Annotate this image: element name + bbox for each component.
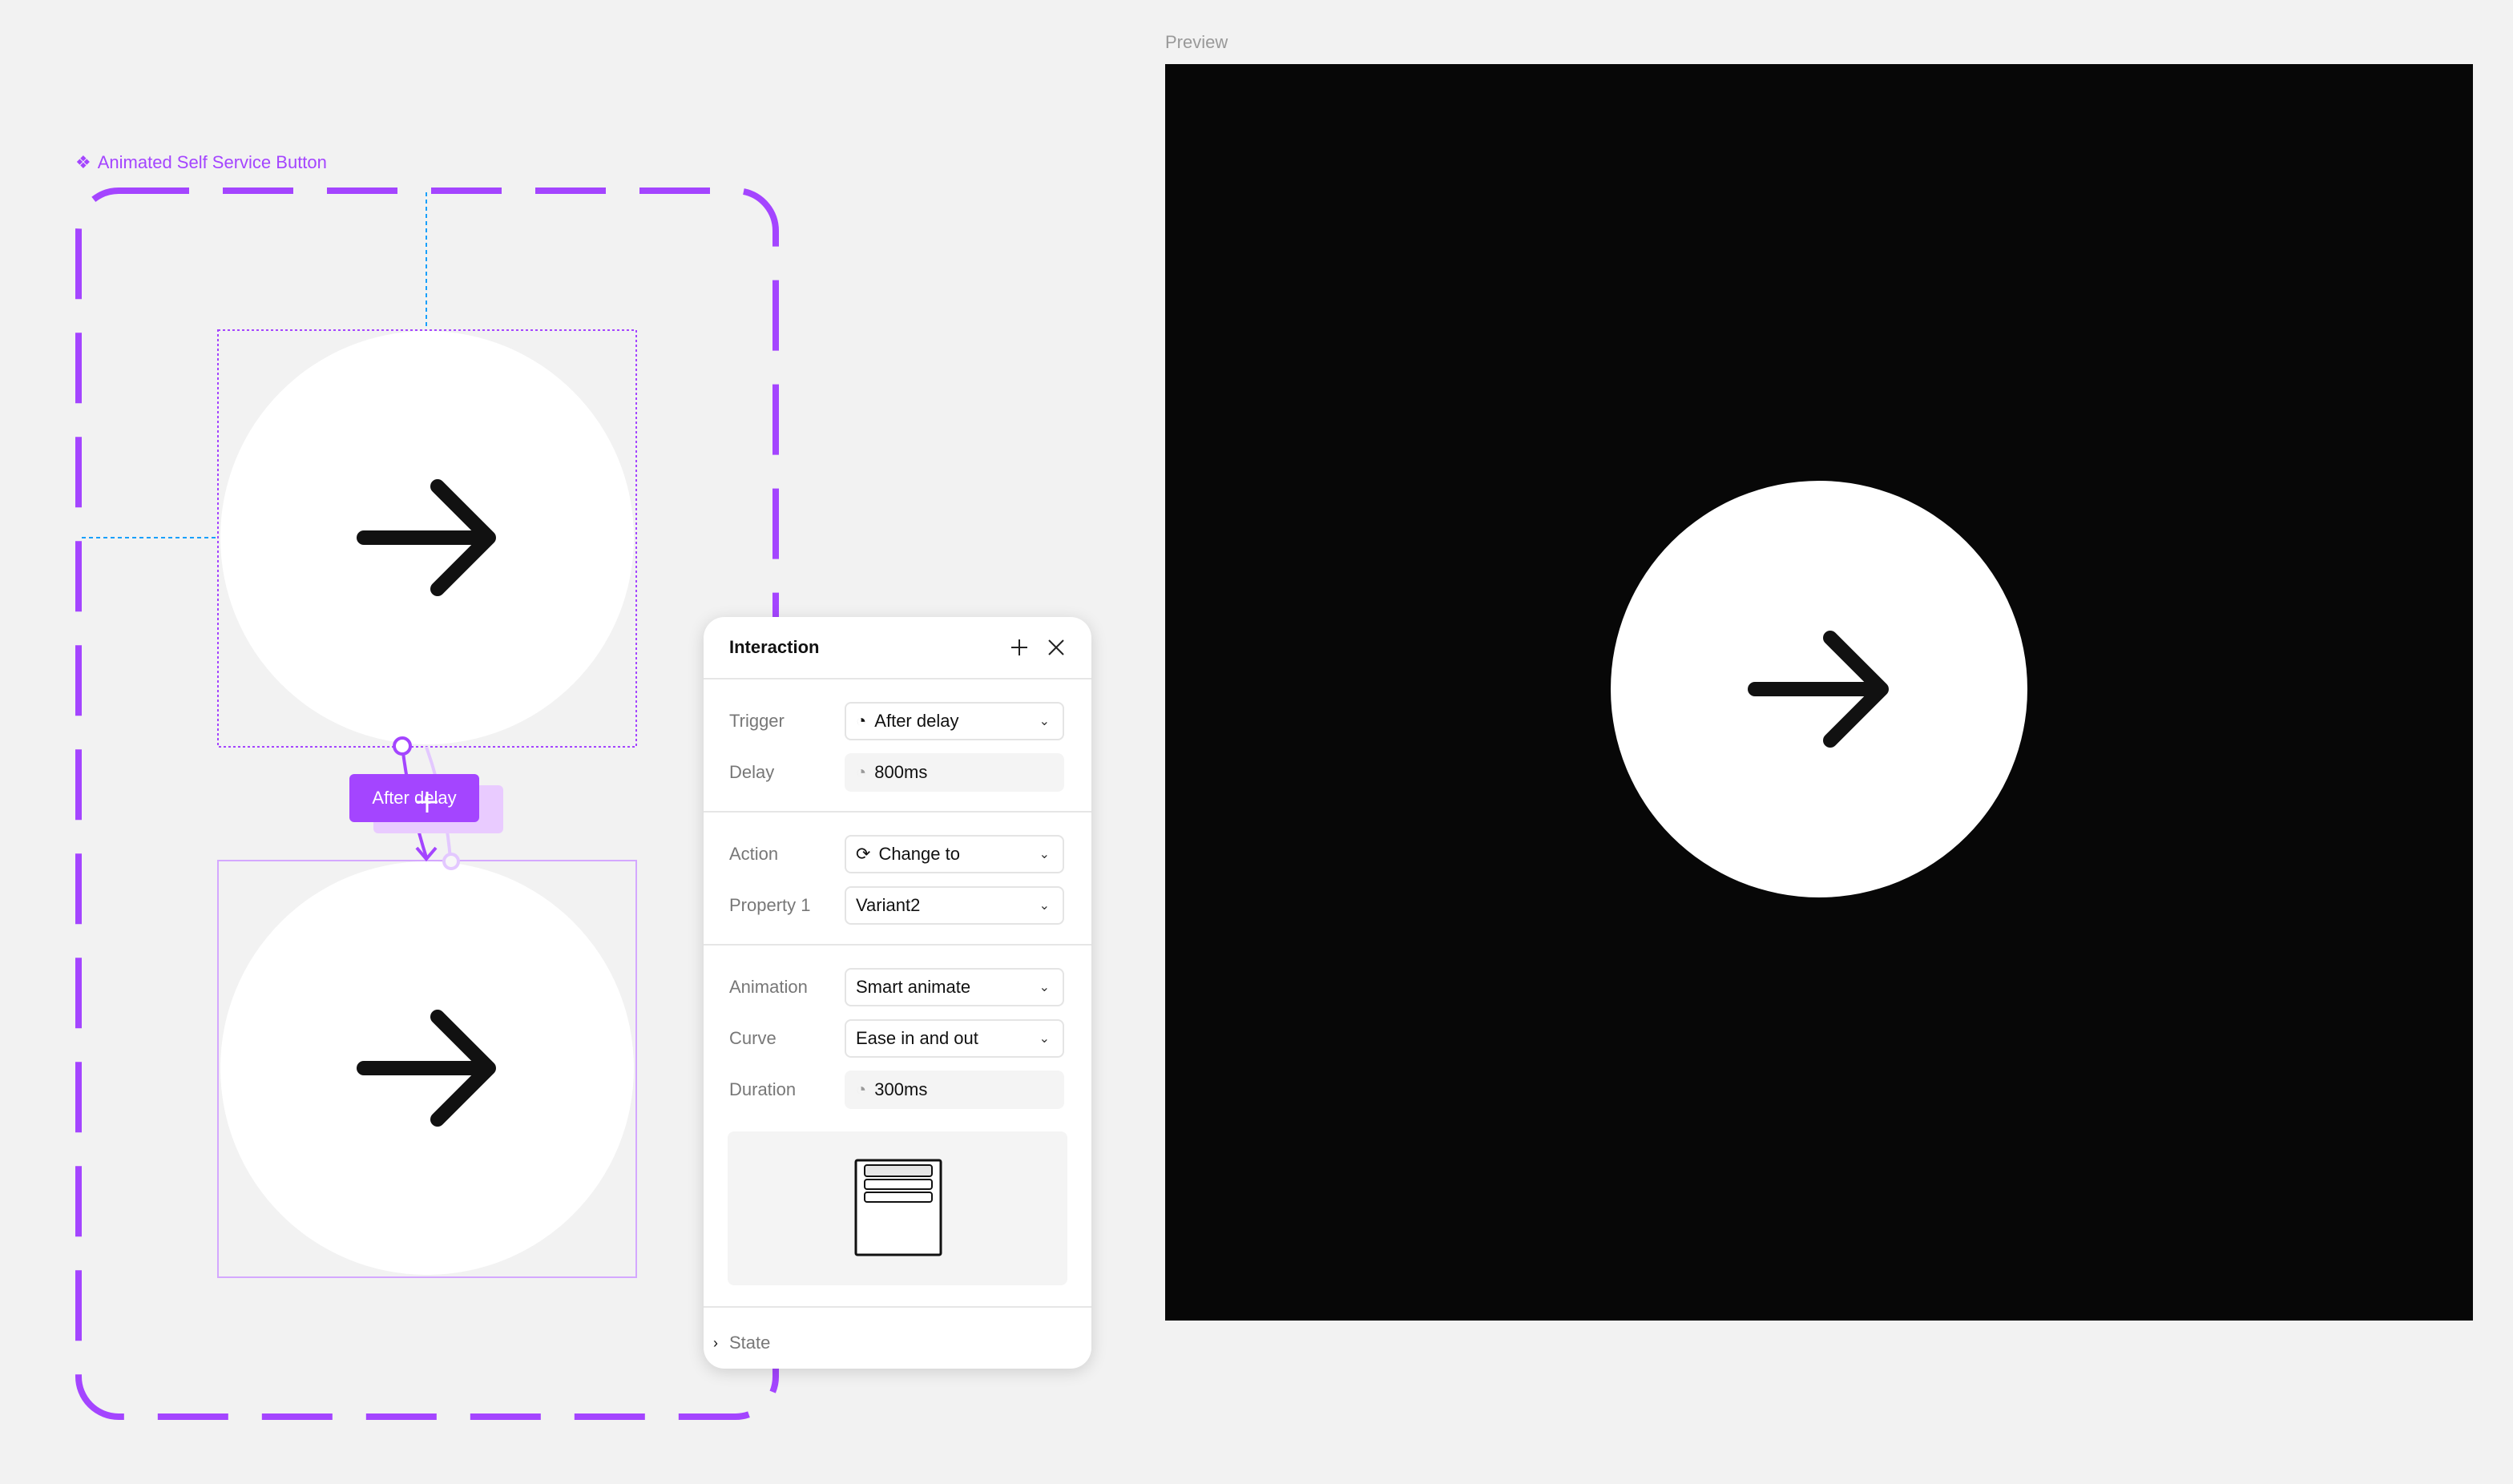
chevron-down-icon: ⌄ [1039,899,1050,913]
action-label: Action [729,844,779,864]
timer-icon: ◔ [856,762,867,782]
duration-input[interactable]: ◔ 300ms [845,1071,1064,1109]
property-select[interactable]: Variant2 ⌄ [845,886,1064,925]
curve-select[interactable]: Ease in and out ⌄ [845,1019,1064,1058]
variant-2[interactable] [217,860,637,1278]
property-label: Property 1 [729,895,811,915]
timer-icon: ◔ [856,1079,867,1099]
animation-label: Animation [729,977,808,997]
curve-label: Curve [729,1028,776,1048]
plus-icon[interactable] [1010,638,1029,657]
variant-1[interactable] [217,329,637,748]
delay-label: Delay [729,762,775,782]
animation-preview [728,1131,1067,1285]
chevron-down-icon: ⌄ [1039,715,1050,728]
delay-input[interactable]: ◔ 800ms [845,753,1064,792]
interaction-panel: Interaction Trigger ◔ After delay ⌄ Delay … [704,617,1091,1369]
frame-layout-icon [854,1159,942,1256]
trigger-select[interactable]: ◔ After delay ⌄ [845,702,1064,740]
duration-label: Duration [729,1079,797,1099]
chevron-right-icon: › [713,1334,718,1351]
animation-select[interactable]: Smart animate ⌄ [845,968,1064,1006]
preview-window[interactable] [1165,64,2473,1321]
preview-label: Preview [1165,32,1228,52]
timer-icon: ◔ [856,711,867,731]
preview-button[interactable] [1165,64,2473,1321]
chevron-down-icon: ⌄ [1039,981,1050,994]
refresh-icon: ⟳ [856,844,871,864]
trigger-label: Trigger [729,711,785,731]
state-section-toggle[interactable]: › State [704,1308,1091,1378]
chevron-down-icon: ⌄ [1039,848,1050,861]
chevron-down-icon: ⌄ [1039,1032,1050,1046]
close-icon[interactable] [1047,638,1066,657]
panel-title: Interaction [729,637,820,657]
component-set-label[interactable]: ❖ Animated Self Service Button [75,152,327,173]
flow-label[interactable]: After delay [349,774,479,822]
action-select[interactable]: ⟳ Change to ⌄ [845,835,1064,873]
crosshair-cursor-icon [417,792,438,813]
component-icon: ❖ [75,152,91,172]
